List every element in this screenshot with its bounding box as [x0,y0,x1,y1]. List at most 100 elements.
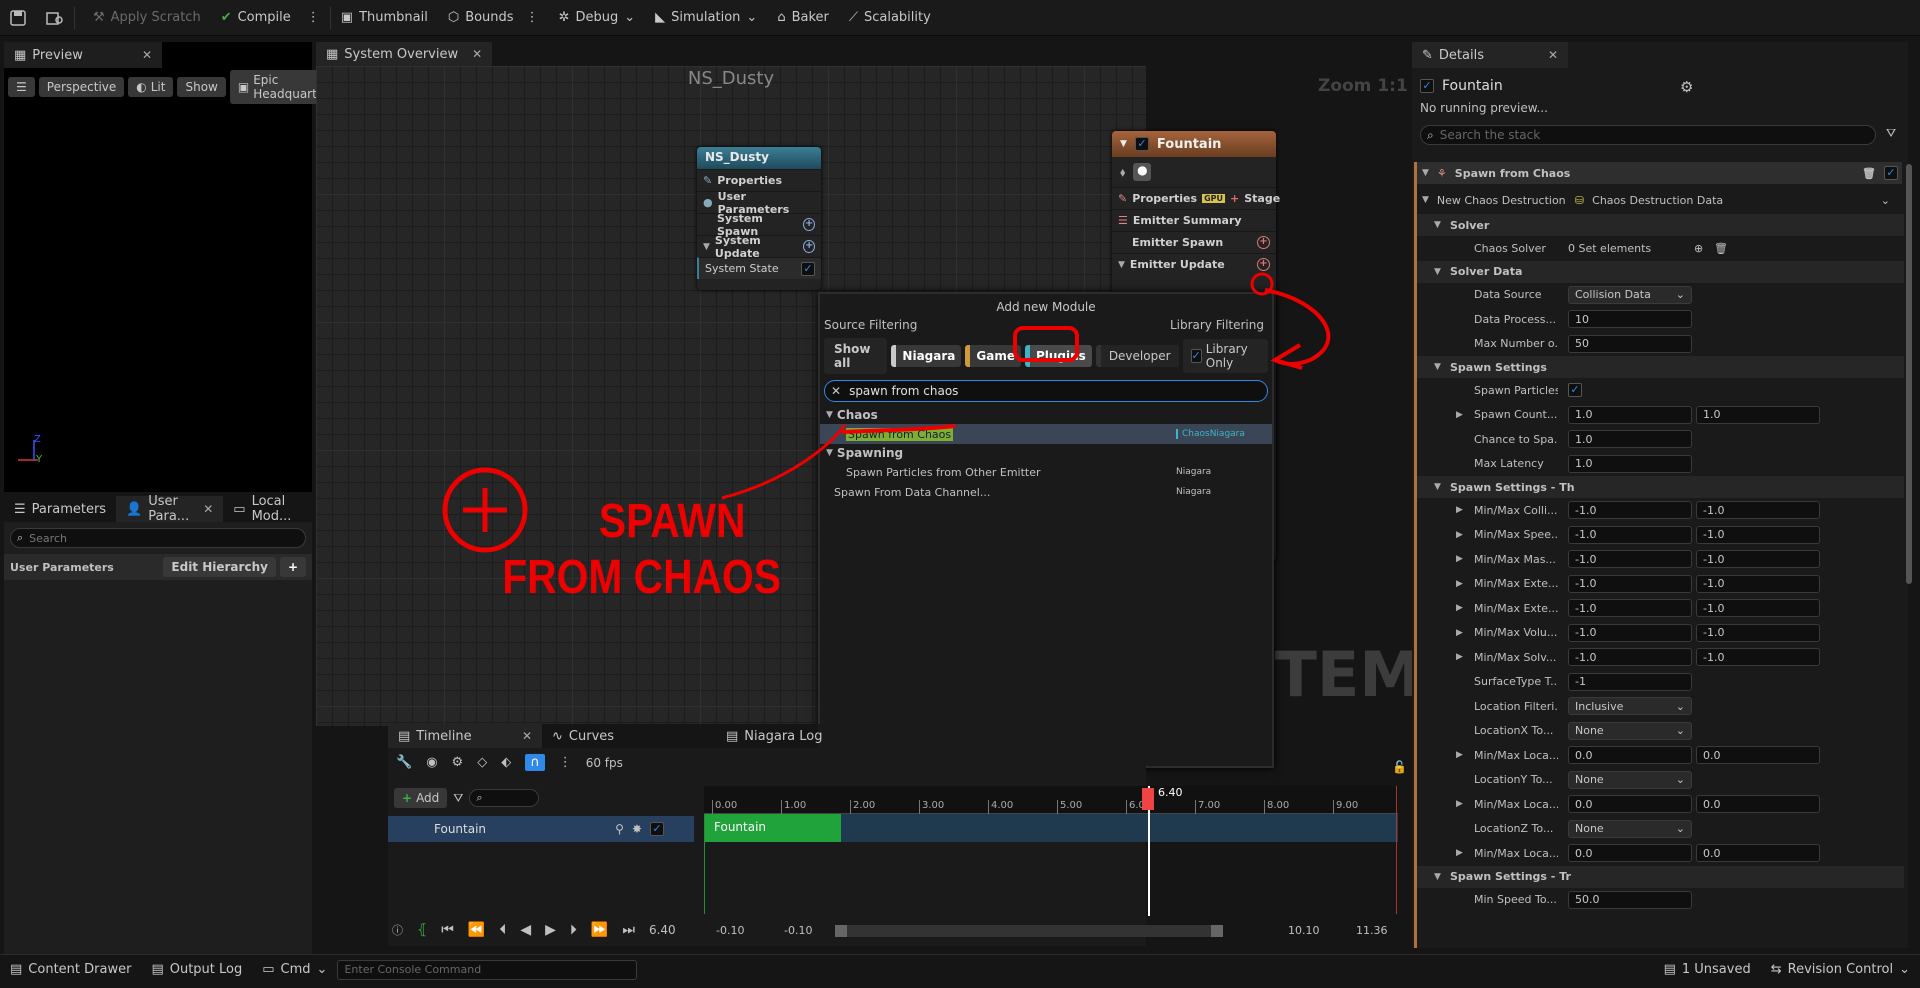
baker-button[interactable]: ⌂ Baker [767,0,839,36]
scalability-button[interactable]: ⟋ Scalability [839,0,941,36]
gear-icon[interactable]: ⚙ [1680,78,1693,96]
expand-icon[interactable]: ▶ [1456,750,1463,760]
tab-system-overview[interactable]: ▦ System Overview ✕ [316,42,493,66]
result-spawn-from-data-channel[interactable]: Spawn From Data Channel... Niagara [820,482,1272,502]
property-input[interactable]: -1.0 [1568,525,1692,544]
thumbnail-button[interactable]: ▣ Thumbnail [331,0,438,36]
tab-local-modules[interactable]: ▭ Local Mod... [223,494,312,524]
track-search-input[interactable]: ⌕ [469,789,540,807]
edit-hierarchy-button[interactable]: Edit Hierarchy [163,557,276,577]
range-end-line[interactable] [1396,786,1397,914]
perspective-button[interactable]: Perspective [38,77,125,97]
property-input[interactable]: -1.0 [1568,599,1692,617]
expand-icon[interactable]: ▶ [1456,530,1463,540]
compile-options-icon[interactable]: ⋮ [307,10,320,25]
viewport-menu-button[interactable]: ☰ [8,77,35,97]
emitter-properties-row[interactable]: ✎ Properties GPU + Stage [1112,187,1280,209]
chaos-data-dropdown[interactable]: Chaos Destruction Data [1592,194,1723,207]
content-drawer-button[interactable]: ▤ Content Drawer [0,952,141,988]
clear-search-icon[interactable]: ✕ [831,384,841,398]
emitter-enabled-checkbox[interactable]: ✓ [1134,137,1149,151]
unsaved-button[interactable]: ▤ 1 Unsaved [1654,952,1761,988]
tab-details[interactable]: ✎ Details ✕ [1412,42,1568,68]
emitter-summary-row[interactable]: ☰ Emitter Summary [1112,209,1276,231]
keyframe-icon[interactable]: ◇ [477,755,487,770]
property-input[interactable]: 0.0 [1568,844,1692,862]
filter-plugins[interactable]: Plugins [1024,345,1092,367]
trash-icon[interactable]: 🗑 [1714,242,1728,255]
expand-icon[interactable]: ▶ [1456,652,1463,662]
skip-start-icon[interactable]: ⏮ [441,922,454,938]
system-node[interactable]: NS_Dusty ✎ Properties ● User Parameters Sy… [697,147,821,290]
property-input[interactable]: -1.0 [1568,574,1692,593]
details-scrollbar[interactable] [1906,164,1912,584]
property-input-max[interactable]: -1.0 [1696,550,1820,568]
expand-icon[interactable]: ▶ [1456,410,1463,420]
info-icon[interactable]: ⓘ [392,922,403,938]
property-input[interactable]: 50.0 [1568,890,1692,909]
property-input[interactable]: 0.0 [1568,746,1692,764]
add-module-icon[interactable]: + [803,218,815,231]
add-parameter-button[interactable]: + [279,557,306,577]
close-icon[interactable]: ✕ [472,47,482,61]
property-checkbox[interactable]: ✓ [1568,383,1582,397]
property-input[interactable]: 0.0 [1568,795,1692,813]
property-dropdown[interactable]: None ⌄ [1568,819,1692,838]
close-icon[interactable]: ✕ [522,729,532,743]
tab-curves[interactable]: ∿ Curves [542,724,624,748]
expand-icon[interactable]: ▶ [1456,505,1463,515]
property-input-max[interactable]: -1.0 [1696,501,1820,519]
property-input-max[interactable]: -1.0 [1696,574,1820,593]
range-start-line[interactable] [704,814,705,914]
view-start-time[interactable]: -0.10 [716,924,744,937]
emitter-spawn-row[interactable]: Emitter Spawn + [1112,231,1276,253]
property-input[interactable]: -1 [1568,672,1692,691]
property-input[interactable]: 50 [1568,334,1692,353]
particle-icon[interactable]: ● [1133,163,1152,181]
add-module-icon[interactable]: + [803,240,815,253]
add-stage-icon[interactable]: + [1230,192,1239,205]
apply-scratch-button[interactable]: ⚒ Apply Scratch [75,0,211,36]
system-state-row[interactable]: System State ✓ [697,257,821,279]
system-spawn-row[interactable]: System Spawn + [697,212,821,238]
save-button[interactable] [0,0,36,36]
property-input-max[interactable]: -1.0 [1696,648,1820,666]
reverse-icon[interactable]: ◀ [520,922,531,938]
module-header[interactable]: ▼ ⚘ Spawn from Chaos 🗑 ✓ [1416,162,1902,184]
tab-user-parameters[interactable]: 👤 User Para... ✕ [116,494,224,524]
expand-icon[interactable]: ▶ [1456,799,1463,809]
property-input[interactable]: 1.0 [1568,405,1692,424]
property-dropdown[interactable]: None ⌄ [1568,770,1692,789]
fps-dropdown[interactable]: 60 fps [586,756,623,770]
playhead-handle[interactable] [1142,788,1154,810]
expand-icon[interactable]: ▶ [1456,554,1463,564]
emitter-lifetime-bar[interactable]: Fountain [704,814,841,842]
time-ruler[interactable] [704,786,1398,814]
loop-range-icon[interactable]: ⦃ [417,922,427,938]
details-section[interactable]: ▼ Solver [1416,214,1904,236]
lit-button[interactable]: ◐ Lit [128,77,174,97]
add-module-icon[interactable]: + [1257,258,1270,271]
filter-icon[interactable]: ⛛ [453,791,463,806]
add-track-button[interactable]: + Add [394,788,448,808]
trash-icon[interactable]: 🗑 [1862,167,1876,180]
system-update-row[interactable]: ▼ System Update + [697,234,821,260]
add-element-icon[interactable]: ⊕ [1694,242,1703,255]
chevron-down-icon[interactable]: ⌄ [1881,194,1890,207]
skip-end-icon[interactable]: ⏭ [622,922,635,938]
filter-game[interactable]: Game [965,345,1021,367]
browse-button[interactable] [36,0,74,36]
filter-niagara[interactable]: Niagara [891,345,962,367]
tab-parameters[interactable]: ☰ Parameters [4,496,116,522]
details-section[interactable]: ▼ Spawn Settings [1416,356,1904,378]
add-module-icon[interactable]: + [1257,236,1270,249]
result-spawn-from-chaos[interactable]: Spawn from Chaos ChaosNiagara [820,424,1272,444]
property-input[interactable]: 1.0 [1568,454,1692,473]
property-input[interactable]: -1.0 [1568,648,1692,666]
debug-button[interactable]: ✲ Debug ⌄ [549,0,646,36]
revision-control-button[interactable]: ⇆ Revision Control ⌄ [1761,952,1920,988]
simulation-button[interactable]: ◣ Simulation ⌄ [645,0,767,36]
module-enabled-checkbox[interactable]: ✓ [1884,166,1898,180]
details-section[interactable]: ▼ Spawn Settings - Th [1416,476,1904,498]
expand-icon[interactable]: ▶ [1456,848,1463,858]
